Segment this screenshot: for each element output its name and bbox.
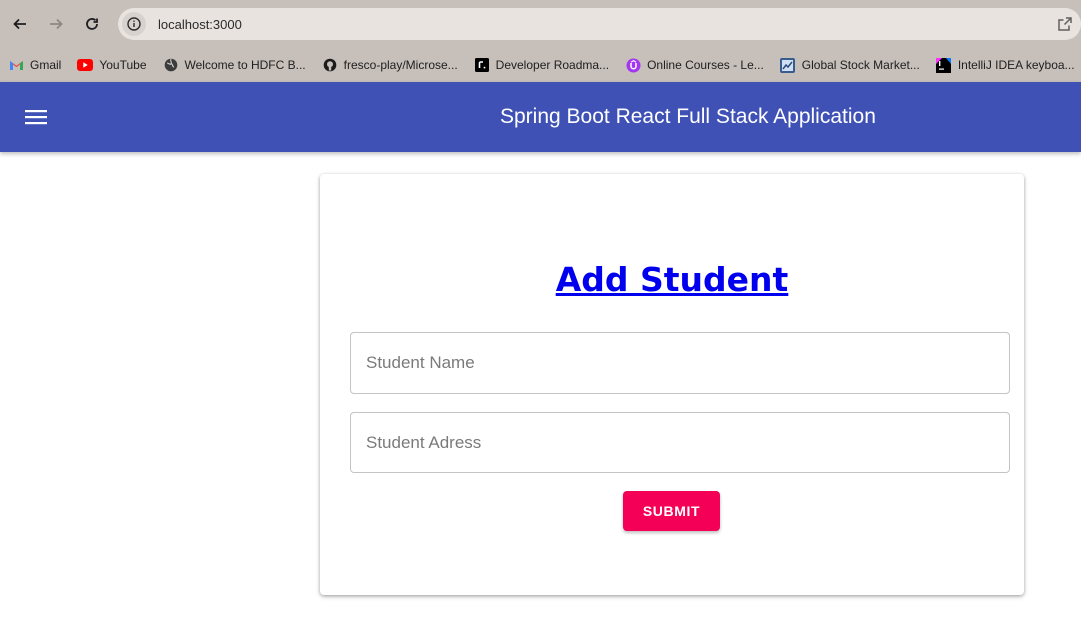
- bookmark-roadmap[interactable]: Developer Roadma...: [474, 58, 609, 72]
- bookmark-label: Online Courses - Le...: [647, 58, 764, 72]
- add-student-card: Add Student SUBMIT: [320, 174, 1024, 595]
- browser-toolbar: localhost:3000: [0, 0, 1081, 48]
- reload-button[interactable]: [78, 10, 106, 38]
- back-button[interactable]: [6, 10, 34, 38]
- stock-icon: [780, 57, 796, 73]
- bookmark-label: YouTube: [99, 58, 147, 72]
- gmail-icon: [8, 58, 24, 72]
- bookmark-label: Gmail: [30, 58, 62, 72]
- site-info-icon[interactable]: [122, 12, 146, 36]
- bookmark-label: fresco-play/Microse...: [343, 58, 458, 72]
- bookmark-gmail[interactable]: Gmail: [8, 58, 61, 72]
- url-text: localhost:3000: [158, 16, 242, 32]
- back-arrow-icon: [13, 18, 26, 30]
- github-icon: [322, 58, 338, 72]
- globe-icon: [163, 58, 179, 72]
- bookmark-label: IntelliJ IDEA keyboa...: [957, 58, 1075, 72]
- open-external-icon[interactable]: [1055, 14, 1075, 34]
- bookmark-github[interactable]: fresco-play/Microse...: [322, 58, 458, 72]
- courses-icon: [625, 58, 641, 72]
- forward-arrow-icon: [50, 18, 63, 30]
- student-address-input[interactable]: [351, 413, 1009, 472]
- reload-icon: [86, 18, 98, 30]
- menu-button[interactable]: [22, 104, 50, 130]
- intellij-icon: [936, 57, 952, 73]
- app-bar: Spring Boot React Full Stack Application: [0, 82, 1081, 152]
- bookmark-courses[interactable]: Online Courses - Le...: [625, 58, 764, 72]
- bookmark-hdfc[interactable]: Welcome to HDFC B...: [163, 58, 306, 72]
- bookmark-label: Global Stock Market...: [801, 58, 920, 72]
- address-bar[interactable]: localhost:3000: [118, 8, 1081, 40]
- student-name-field: [350, 332, 1010, 394]
- app-title: Spring Boot React Full Stack Application: [500, 105, 876, 128]
- bookmark-intellij[interactable]: IntelliJ IDEA keyboa...: [936, 57, 1075, 73]
- youtube-icon: [77, 58, 94, 72]
- bookmark-label: Welcome to HDFC B...: [184, 58, 306, 72]
- bookmark-stock[interactable]: Global Stock Market...: [780, 57, 920, 73]
- menu-icon: [25, 110, 47, 125]
- bookmark-youtube[interactable]: YouTube: [77, 58, 147, 72]
- add-student-heading-link[interactable]: Add Student: [556, 260, 789, 299]
- nav-controls: [6, 8, 114, 40]
- bookmarks-bar: Gmail YouTube Welcome to HDFC B... fresc…: [0, 48, 1081, 82]
- student-name-input[interactable]: [351, 333, 1009, 393]
- submit-button[interactable]: SUBMIT: [623, 491, 720, 531]
- forward-button[interactable]: [42, 10, 70, 38]
- card-heading: Add Student: [320, 260, 1024, 299]
- bookmark-label: Developer Roadma...: [495, 58, 610, 72]
- roadmap-icon: [474, 58, 490, 72]
- student-address-field: [350, 412, 1010, 473]
